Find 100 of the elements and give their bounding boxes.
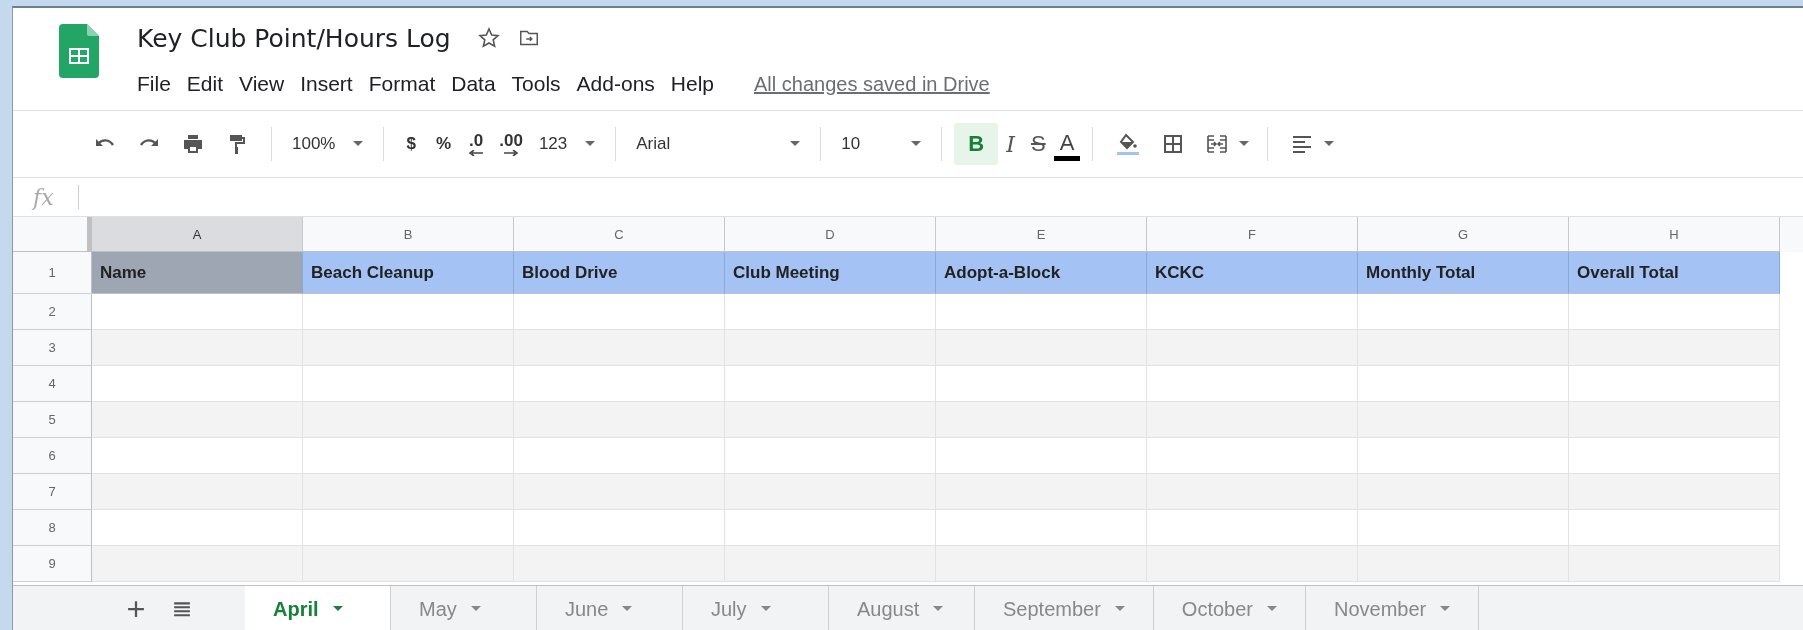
table-cell[interactable]: [1358, 366, 1569, 402]
header-cell[interactable]: Monthly Total: [1358, 252, 1569, 294]
table-cell[interactable]: [725, 474, 936, 510]
caret-icon[interactable]: [1239, 141, 1250, 147]
table-cell[interactable]: [303, 366, 514, 402]
table-cell[interactable]: [725, 438, 936, 474]
menu-item[interactable]: Data: [451, 72, 496, 96]
row-number[interactable]: 6: [13, 438, 92, 474]
table-cell[interactable]: [514, 474, 725, 510]
table-cell[interactable]: [936, 474, 1147, 510]
table-cell[interactable]: [92, 546, 303, 582]
table-cell[interactable]: [1358, 330, 1569, 366]
sheet-list-icon[interactable]: [173, 600, 191, 618]
table-cell[interactable]: [936, 546, 1147, 582]
print-icon[interactable]: [181, 132, 205, 156]
column-header[interactable]: F: [1147, 217, 1358, 252]
header-cell[interactable]: Club Meeting: [725, 252, 936, 294]
table-cell[interactable]: [514, 294, 725, 330]
column-header[interactable]: G: [1358, 217, 1569, 252]
table-cell[interactable]: [725, 510, 936, 546]
italic-button[interactable]: I: [998, 125, 1023, 163]
table-cell[interactable]: [1358, 438, 1569, 474]
column-header[interactable]: H: [1569, 217, 1780, 252]
table-cell[interactable]: [303, 402, 514, 438]
row-number[interactable]: 8: [13, 510, 92, 546]
table-cell[interactable]: [1358, 546, 1569, 582]
header-cell[interactable]: Blood Drive: [514, 252, 725, 294]
star-icon[interactable]: [476, 26, 501, 50]
column-header[interactable]: C: [514, 217, 725, 252]
currency-button[interactable]: $: [396, 128, 426, 160]
column-header[interactable]: B: [303, 217, 514, 252]
table-cell[interactable]: [92, 366, 303, 402]
decrease-decimals-button[interactable]: .0: [461, 130, 492, 158]
row-number[interactable]: 9: [13, 546, 92, 582]
table-cell[interactable]: [303, 474, 514, 510]
column-header[interactable]: D: [725, 217, 936, 252]
menu-item[interactable]: Insert: [300, 72, 353, 96]
table-cell[interactable]: [936, 510, 1147, 546]
font-size-dropdown[interactable]: 10: [833, 128, 930, 160]
table-cell[interactable]: [303, 294, 514, 330]
table-cell[interactable]: [303, 510, 514, 546]
table-cell[interactable]: [1569, 366, 1780, 402]
fill-color-icon[interactable]: [1115, 132, 1142, 156]
table-cell[interactable]: [92, 438, 303, 474]
table-cell[interactable]: [1147, 438, 1358, 474]
save-status-link[interactable]: All changes saved in Drive: [754, 72, 990, 96]
table-cell[interactable]: [514, 546, 725, 582]
row-number[interactable]: 7: [13, 474, 92, 510]
row-number[interactable]: 2: [13, 294, 92, 330]
table-cell[interactable]: [725, 402, 936, 438]
table-cell[interactable]: [303, 546, 514, 582]
header-cell[interactable]: Overall Total: [1569, 252, 1780, 294]
table-cell[interactable]: [1358, 294, 1569, 330]
table-cell[interactable]: [1569, 438, 1780, 474]
table-cell[interactable]: [1569, 330, 1780, 366]
table-cell[interactable]: [1147, 294, 1358, 330]
column-header[interactable]: A: [92, 217, 303, 252]
table-cell[interactable]: [1358, 510, 1569, 546]
table-cell[interactable]: [725, 294, 936, 330]
table-cell[interactable]: [1569, 546, 1780, 582]
strikethrough-button[interactable]: S: [1023, 125, 1054, 163]
number-format-dropdown[interactable]: 123: [530, 128, 604, 160]
table-cell[interactable]: [92, 474, 303, 510]
table-cell[interactable]: [725, 330, 936, 366]
add-sheet-icon[interactable]: [127, 600, 145, 618]
table-cell[interactable]: [936, 294, 1147, 330]
table-cell[interactable]: [725, 546, 936, 582]
row-number[interactable]: 5: [13, 402, 92, 438]
table-cell[interactable]: [1147, 546, 1358, 582]
table-cell[interactable]: [936, 402, 1147, 438]
table-cell[interactable]: [514, 438, 725, 474]
header-cell[interactable]: Adopt-a-Block: [936, 252, 1147, 294]
spreadsheet-logo-icon[interactable]: [59, 24, 99, 78]
table-cell[interactable]: [1569, 294, 1780, 330]
table-cell[interactable]: [514, 402, 725, 438]
menu-item[interactable]: Tools: [511, 72, 561, 96]
table-cell[interactable]: [1147, 366, 1358, 402]
header-cell[interactable]: Beach Cleanup: [303, 252, 514, 294]
table-cell[interactable]: [936, 438, 1147, 474]
sheet-tab[interactable]: April: [245, 586, 391, 630]
text-color-button[interactable]: A: [1053, 127, 1081, 161]
table-cell[interactable]: [92, 402, 303, 438]
table-cell[interactable]: [1569, 474, 1780, 510]
table-cell[interactable]: [514, 510, 725, 546]
zoom-dropdown[interactable]: 100%: [284, 128, 372, 160]
table-cell[interactable]: [514, 366, 725, 402]
table-cell[interactable]: [92, 510, 303, 546]
table-cell[interactable]: [1147, 474, 1358, 510]
increase-decimals-button[interactable]: .00: [491, 130, 531, 158]
table-cell[interactable]: [303, 330, 514, 366]
table-cell[interactable]: [936, 366, 1147, 402]
table-cell[interactable]: [1358, 402, 1569, 438]
select-all-corner[interactable]: [13, 217, 92, 252]
font-dropdown[interactable]: Arial: [628, 128, 809, 160]
menu-item[interactable]: Help: [670, 72, 715, 96]
table-cell[interactable]: [1569, 402, 1780, 438]
percent-button[interactable]: %: [425, 128, 462, 160]
table-cell[interactable]: [303, 438, 514, 474]
table-cell[interactable]: [725, 366, 936, 402]
menu-item[interactable]: Format: [368, 72, 436, 96]
